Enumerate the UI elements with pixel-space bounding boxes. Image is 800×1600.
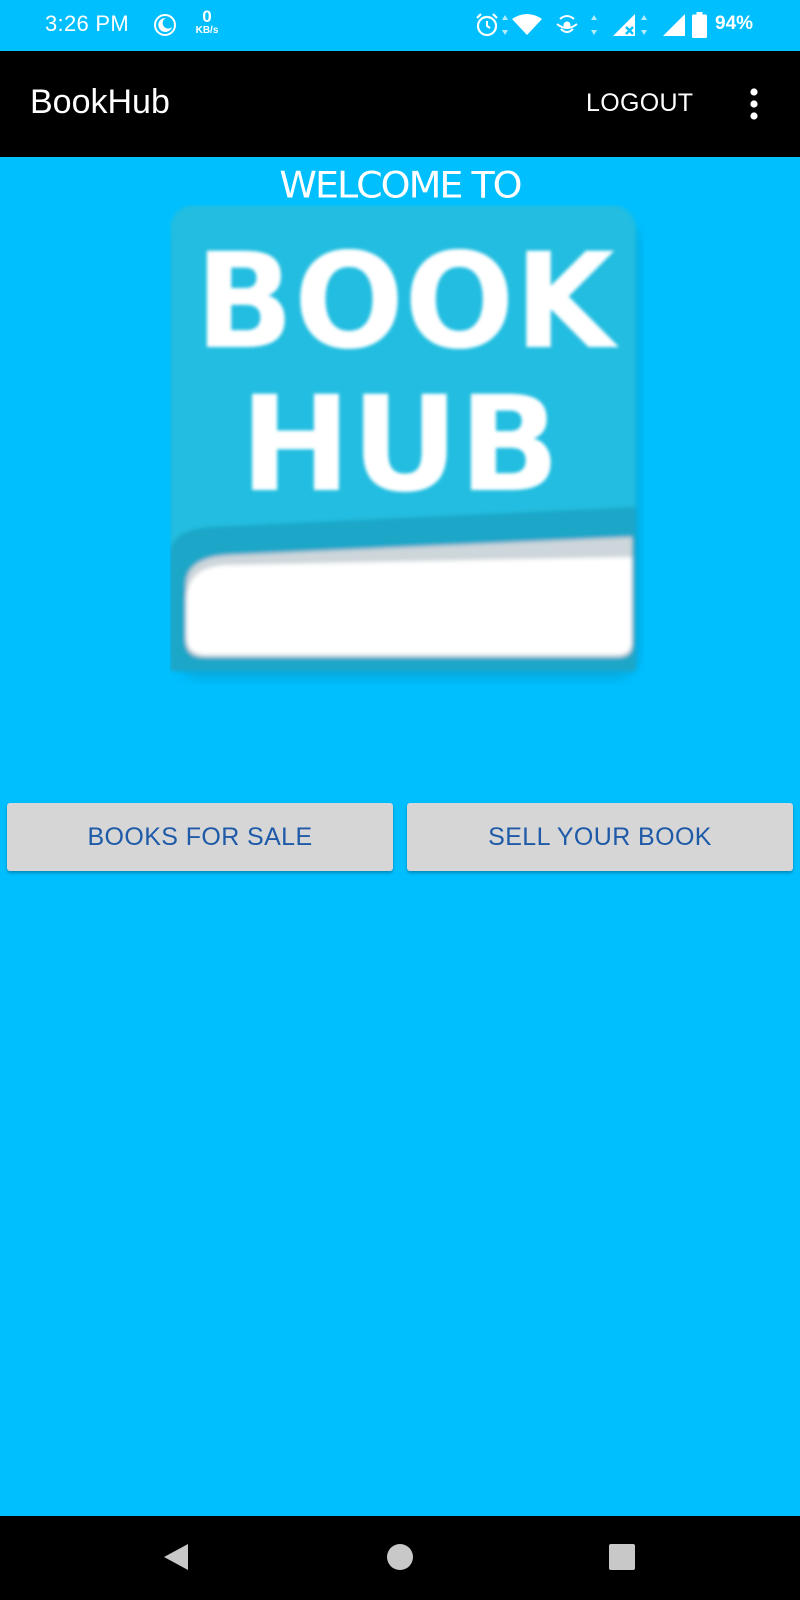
signal-icon <box>613 14 635 36</box>
status-time: 3:26 PM <box>45 11 130 36</box>
recents-icon[interactable] <box>608 1543 636 1571</box>
sell-your-book-label: SELL YOUR BOOK <box>488 822 712 851</box>
moon-icon <box>154 14 176 36</box>
data-arrows-icon <box>641 15 647 35</box>
network-speed-unit: KB/s <box>195 25 219 36</box>
app-title: BookHub <box>30 83 170 121</box>
signal-icon <box>663 14 685 36</box>
battery-icon <box>692 12 707 38</box>
bookhub-logo: BOOK HUB <box>170 205 640 679</box>
network-speed: 0 KB/s <box>191 8 223 36</box>
welcome-heading: WELCOME TO <box>279 164 522 206</box>
network-speed-value: 0 <box>202 7 212 26</box>
navigation-bar <box>0 1516 800 1600</box>
screen: 3:26 PM 0 KB/s 94% BookHub LOGOUT WELCOM… <box>0 0 800 1600</box>
battery-percent: 94% <box>715 13 754 34</box>
more-vert-icon[interactable] <box>742 87 766 121</box>
alarm-icon <box>476 13 498 37</box>
data-arrows-icon <box>502 15 508 35</box>
books-for-sale-label: BOOKS FOR SALE <box>87 822 313 851</box>
status-bar: 3:26 PM 0 KB/s 94% <box>0 0 800 51</box>
books-for-sale-button[interactable]: BOOKS FOR SALE <box>7 803 393 871</box>
logo-text-hub: HUB <box>240 368 560 522</box>
data-arrows-icon <box>591 15 597 35</box>
wifi-icon <box>512 14 542 35</box>
hotspot-icon <box>556 15 578 33</box>
back-icon[interactable] <box>162 1542 190 1572</box>
app-bar: BookHub LOGOUT <box>0 51 800 157</box>
home-icon[interactable] <box>386 1543 414 1571</box>
logo-text-book: BOOK <box>195 225 620 379</box>
sell-your-book-button[interactable]: SELL YOUR BOOK <box>407 803 793 871</box>
logout-button[interactable]: LOGOUT <box>586 89 693 118</box>
